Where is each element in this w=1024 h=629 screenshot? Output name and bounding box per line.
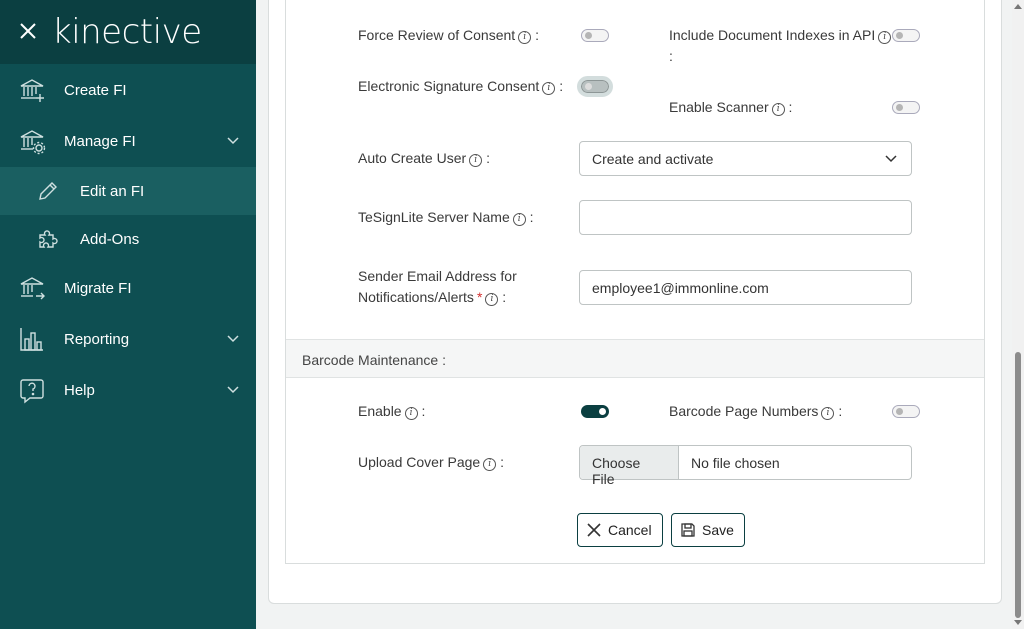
- button-label: Cancel: [608, 522, 652, 538]
- tesign-server-label: TeSignLite Server Name i :: [358, 209, 534, 226]
- bank-arrow-icon: [20, 277, 45, 300]
- nav-add-ons[interactable]: Add-Ons: [0, 215, 256, 263]
- sender-email-label: Sender Email Address for Notifications/A…: [358, 268, 517, 306]
- bank-gear-icon: [20, 130, 46, 155]
- info-icon[interactable]: i: [512, 213, 526, 226]
- help-bubble-icon: [20, 379, 44, 404]
- bank-plus-icon: [20, 79, 44, 102]
- close-icon[interactable]: [19, 22, 37, 40]
- save-icon: [681, 523, 695, 537]
- section-title: Barcode Maintenance :: [302, 352, 446, 368]
- info-icon[interactable]: i: [771, 103, 785, 116]
- barcode-enable-toggle[interactable]: [581, 405, 609, 418]
- info-icon[interactable]: i: [518, 31, 532, 44]
- select-value: Create and activate: [592, 151, 714, 167]
- pencil-icon: [39, 182, 57, 200]
- chevron-down-icon: [227, 386, 239, 394]
- sender-email-input[interactable]: employee1@immonline.com: [579, 270, 912, 305]
- upload-cover-file-input[interactable]: Choose File No file chosen: [579, 445, 912, 487]
- nav-help[interactable]: Help: [0, 366, 256, 414]
- close-icon: [587, 523, 601, 537]
- file-status-text: No file chosen: [691, 455, 780, 471]
- nav-edit-fi[interactable]: Edit an FI: [0, 167, 256, 215]
- bar-chart-icon: [20, 328, 43, 351]
- button-label: Save: [702, 522, 734, 538]
- scroll-down-icon[interactable]: [1014, 620, 1022, 626]
- info-icon[interactable]: i: [404, 407, 418, 420]
- barcode-section-header: Barcode Maintenance :: [286, 339, 984, 378]
- info-icon[interactable]: i: [878, 31, 892, 44]
- scrollbar-thumb[interactable]: [1015, 352, 1021, 618]
- enable-scanner-label: Enable Scanner i :: [669, 99, 793, 116]
- barcode-enable-label: Enable i :: [358, 403, 426, 420]
- info-icon[interactable]: i: [469, 154, 483, 167]
- barcode-page-numbers-toggle[interactable]: [892, 405, 920, 418]
- auto-create-user-select[interactable]: Create and activate: [579, 141, 912, 176]
- nav-label: Create FI: [64, 81, 127, 99]
- puzzle-icon: [39, 230, 58, 248]
- nav-label: Edit an FI: [80, 182, 145, 200]
- enable-scanner-toggle[interactable]: [892, 101, 920, 114]
- nav-reporting[interactable]: Reporting: [0, 315, 256, 363]
- choose-file-button[interactable]: Choose File: [580, 446, 679, 487]
- nav-label: Manage FI: [64, 132, 136, 150]
- cancel-button[interactable]: Cancel: [577, 513, 663, 547]
- nav-label: Add-Ons: [80, 230, 140, 248]
- sidebar: kinective Create FI Manage FI Edit an FI…: [0, 0, 256, 629]
- info-icon[interactable]: i: [821, 407, 835, 420]
- tesign-server-input[interactable]: [579, 200, 912, 235]
- nav-label: Migrate FI: [64, 279, 132, 297]
- input-value: employee1@immonline.com: [592, 280, 769, 296]
- nav-label: Reporting: [64, 330, 130, 348]
- nav-label: Help: [64, 381, 95, 399]
- chevron-down-icon: [227, 137, 239, 145]
- nav-create-fi[interactable]: Create FI: [0, 66, 256, 114]
- sidebar-header: kinective: [0, 0, 256, 64]
- nav-migrate-fi[interactable]: Migrate FI: [0, 264, 256, 312]
- esig-consent-label: Electronic Signature Consent i :: [358, 78, 564, 95]
- upload-cover-label: Upload Cover Page i :: [358, 454, 504, 471]
- info-icon[interactable]: i: [485, 293, 499, 306]
- required-mark: *: [476, 289, 483, 305]
- info-icon[interactable]: i: [542, 82, 556, 95]
- save-button[interactable]: Save: [671, 513, 745, 547]
- force-review-toggle[interactable]: [581, 29, 609, 42]
- auto-create-user-label: Auto Create User i :: [358, 150, 490, 167]
- esig-consent-toggle[interactable]: [577, 76, 613, 97]
- brand-logo: kinective: [52, 12, 202, 52]
- chevron-down-icon: [885, 155, 897, 163]
- info-icon[interactable]: i: [483, 458, 497, 471]
- nav-manage-fi[interactable]: Manage FI: [0, 117, 256, 165]
- page-scrollbar[interactable]: [1012, 0, 1024, 629]
- chevron-down-icon: [227, 335, 239, 343]
- scroll-up-icon[interactable]: [1014, 3, 1022, 9]
- force-review-label: Force Review of Consent i :: [358, 27, 539, 44]
- include-indexes-toggle[interactable]: [892, 29, 920, 42]
- barcode-page-numbers-label: Barcode Page Numbers i :: [669, 403, 843, 420]
- include-indexes-label: Include Document Indexes in API i:: [669, 25, 899, 67]
